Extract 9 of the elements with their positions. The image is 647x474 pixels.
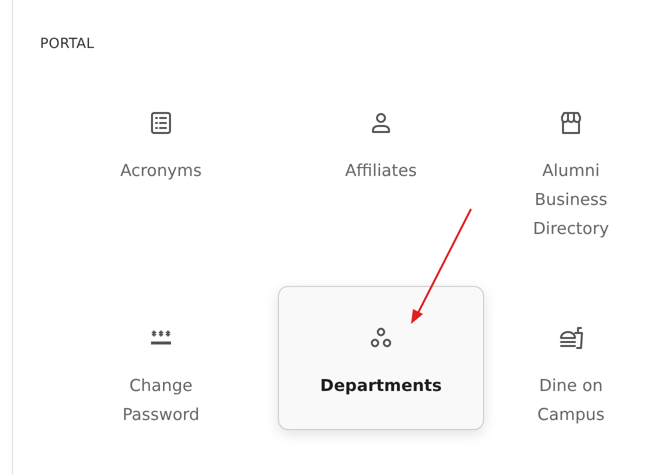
portal-tile[interactable]: Change Password (104, 286, 218, 430)
portal-tile[interactable]: Affiliates (338, 71, 424, 186)
portal-tile[interactable]: Acronyms (113, 71, 209, 186)
store-icon (558, 110, 584, 136)
food-icon (558, 325, 584, 351)
portal-tile[interactable]: Departments (278, 286, 484, 430)
portal-tile[interactable]: Alumni Business Directory (514, 71, 628, 244)
portal-tile[interactable]: Dine on Campus (514, 286, 628, 430)
section-title: PORTAL (40, 35, 96, 54)
